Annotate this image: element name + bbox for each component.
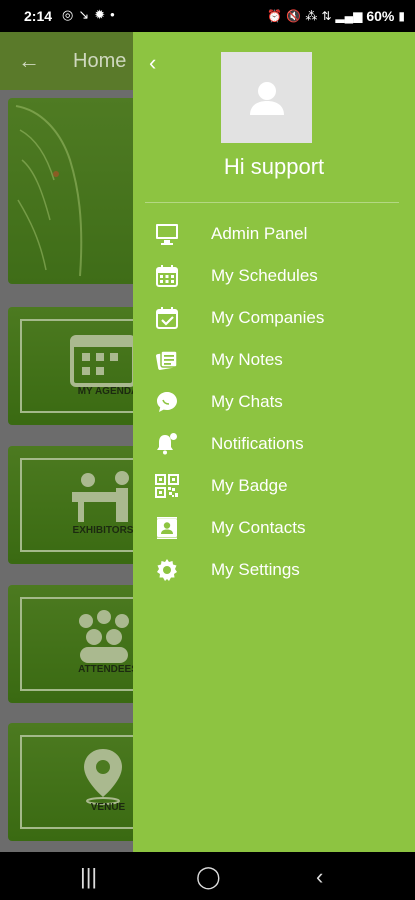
calendar-check-icon [156, 307, 178, 329]
menu-item-my-schedules[interactable]: My Schedules [133, 256, 415, 296]
qr-code-icon [155, 474, 179, 498]
status-left-icons: ◎ ↘ ✹ • [62, 7, 115, 23]
battery-level: 60% [366, 8, 395, 24]
menu-item-admin-panel[interactable]: Admin Panel [133, 214, 415, 254]
navigation-drawer: ‹ Hi support Admin Panel My Schedules My… [133, 32, 415, 852]
map-pin-icon [84, 749, 122, 805]
menu-item-my-settings[interactable]: My Settings [133, 550, 415, 590]
menu-item-label: My Companies [211, 308, 325, 327]
alarm-icon: ⏰ [267, 9, 283, 23]
attendees-tile[interactable]: ATTENDEES [8, 585, 148, 703]
mute-icon: 🔇 [286, 9, 302, 23]
back-button-icon[interactable]: ‹ [316, 864, 323, 890]
menu-item-my-chats[interactable]: My Chats [133, 382, 415, 422]
tile-label: ATTENDEES [78, 664, 138, 675]
tile-label: VENUE [90, 802, 126, 813]
calendar-icon [156, 265, 178, 287]
status-time: 2:14 [24, 8, 53, 24]
divider [145, 202, 399, 203]
monitor-icon [156, 224, 178, 245]
tiger-artwork-icon [15, 105, 83, 277]
home-button-icon[interactable]: ◯ [196, 864, 221, 890]
menu-item-my-companies[interactable]: My Companies [133, 298, 415, 338]
menu-item-my-badge[interactable]: My Badge [133, 466, 415, 506]
dot-icon: • [110, 7, 115, 22]
system-nav-bar: ||| ◯ ‹ [0, 852, 415, 900]
volte-icon: ⁂ [305, 9, 318, 23]
calendar-icon [70, 335, 136, 387]
menu-item-label: Admin Panel [211, 224, 308, 243]
contact-card-icon [157, 517, 177, 539]
menu-item-my-notes[interactable]: My Notes [133, 340, 415, 380]
menu-item-notifications[interactable]: Notifications [133, 424, 415, 464]
menu-item-label: My Schedules [211, 266, 318, 285]
signal-icon: ▂▄▆ [335, 9, 363, 23]
notes-icon [156, 350, 178, 370]
gear-icon [157, 559, 177, 581]
chat-icon [157, 392, 177, 412]
battery-icon: ▮ [398, 9, 405, 23]
menu-item-label: My Notes [211, 350, 283, 369]
greeting-text: Hi support [223, 154, 325, 179]
tile-label: MY AGENDA [77, 386, 139, 397]
menu-item-label: My Contacts [211, 518, 306, 537]
avatar[interactable] [221, 52, 312, 143]
agenda-tile[interactable]: MY AGENDA [8, 307, 148, 425]
menu-item-label: My Badge [211, 476, 288, 495]
page-title: Home [73, 50, 127, 72]
missed-call-icon: ↘ [78, 7, 90, 22]
menu-item-label: Notifications [211, 434, 304, 453]
back-arrow-icon[interactable]: ← [18, 48, 40, 74]
venue-tile[interactable]: VENUE [8, 723, 148, 841]
banner-tile[interactable] [8, 98, 148, 284]
wifi-icon: ⇅ [321, 9, 332, 23]
weather-icon: ✹ [94, 7, 106, 22]
recent-apps-icon[interactable]: ||| [80, 864, 97, 890]
exhibitors-icon [72, 471, 129, 522]
menu-item-my-contacts[interactable]: My Contacts [133, 508, 415, 548]
attendees-icon [79, 610, 129, 663]
status-right-icons: ⏰ 🔇 ⁂ ⇅ ▂▄▆ 60% ▮ [267, 8, 405, 24]
bell-icon [157, 433, 177, 455]
close-drawer-chevron-icon[interactable]: ‹ [149, 50, 156, 76]
user-icon [249, 81, 284, 115]
status-bar: 2:14 ◎ ↘ ✹ • ⏰ 🔇 ⁂ ⇅ ▂▄▆ 60% ▮ [0, 0, 415, 32]
tile-label: EXHIBITORS C [72, 525, 144, 536]
whatsapp-icon: ◎ [62, 7, 74, 22]
exhibitors-tile[interactable]: EXHIBITORS C [8, 446, 148, 564]
menu-item-label: My Chats [211, 392, 283, 411]
menu-item-label: My Settings [211, 560, 300, 579]
